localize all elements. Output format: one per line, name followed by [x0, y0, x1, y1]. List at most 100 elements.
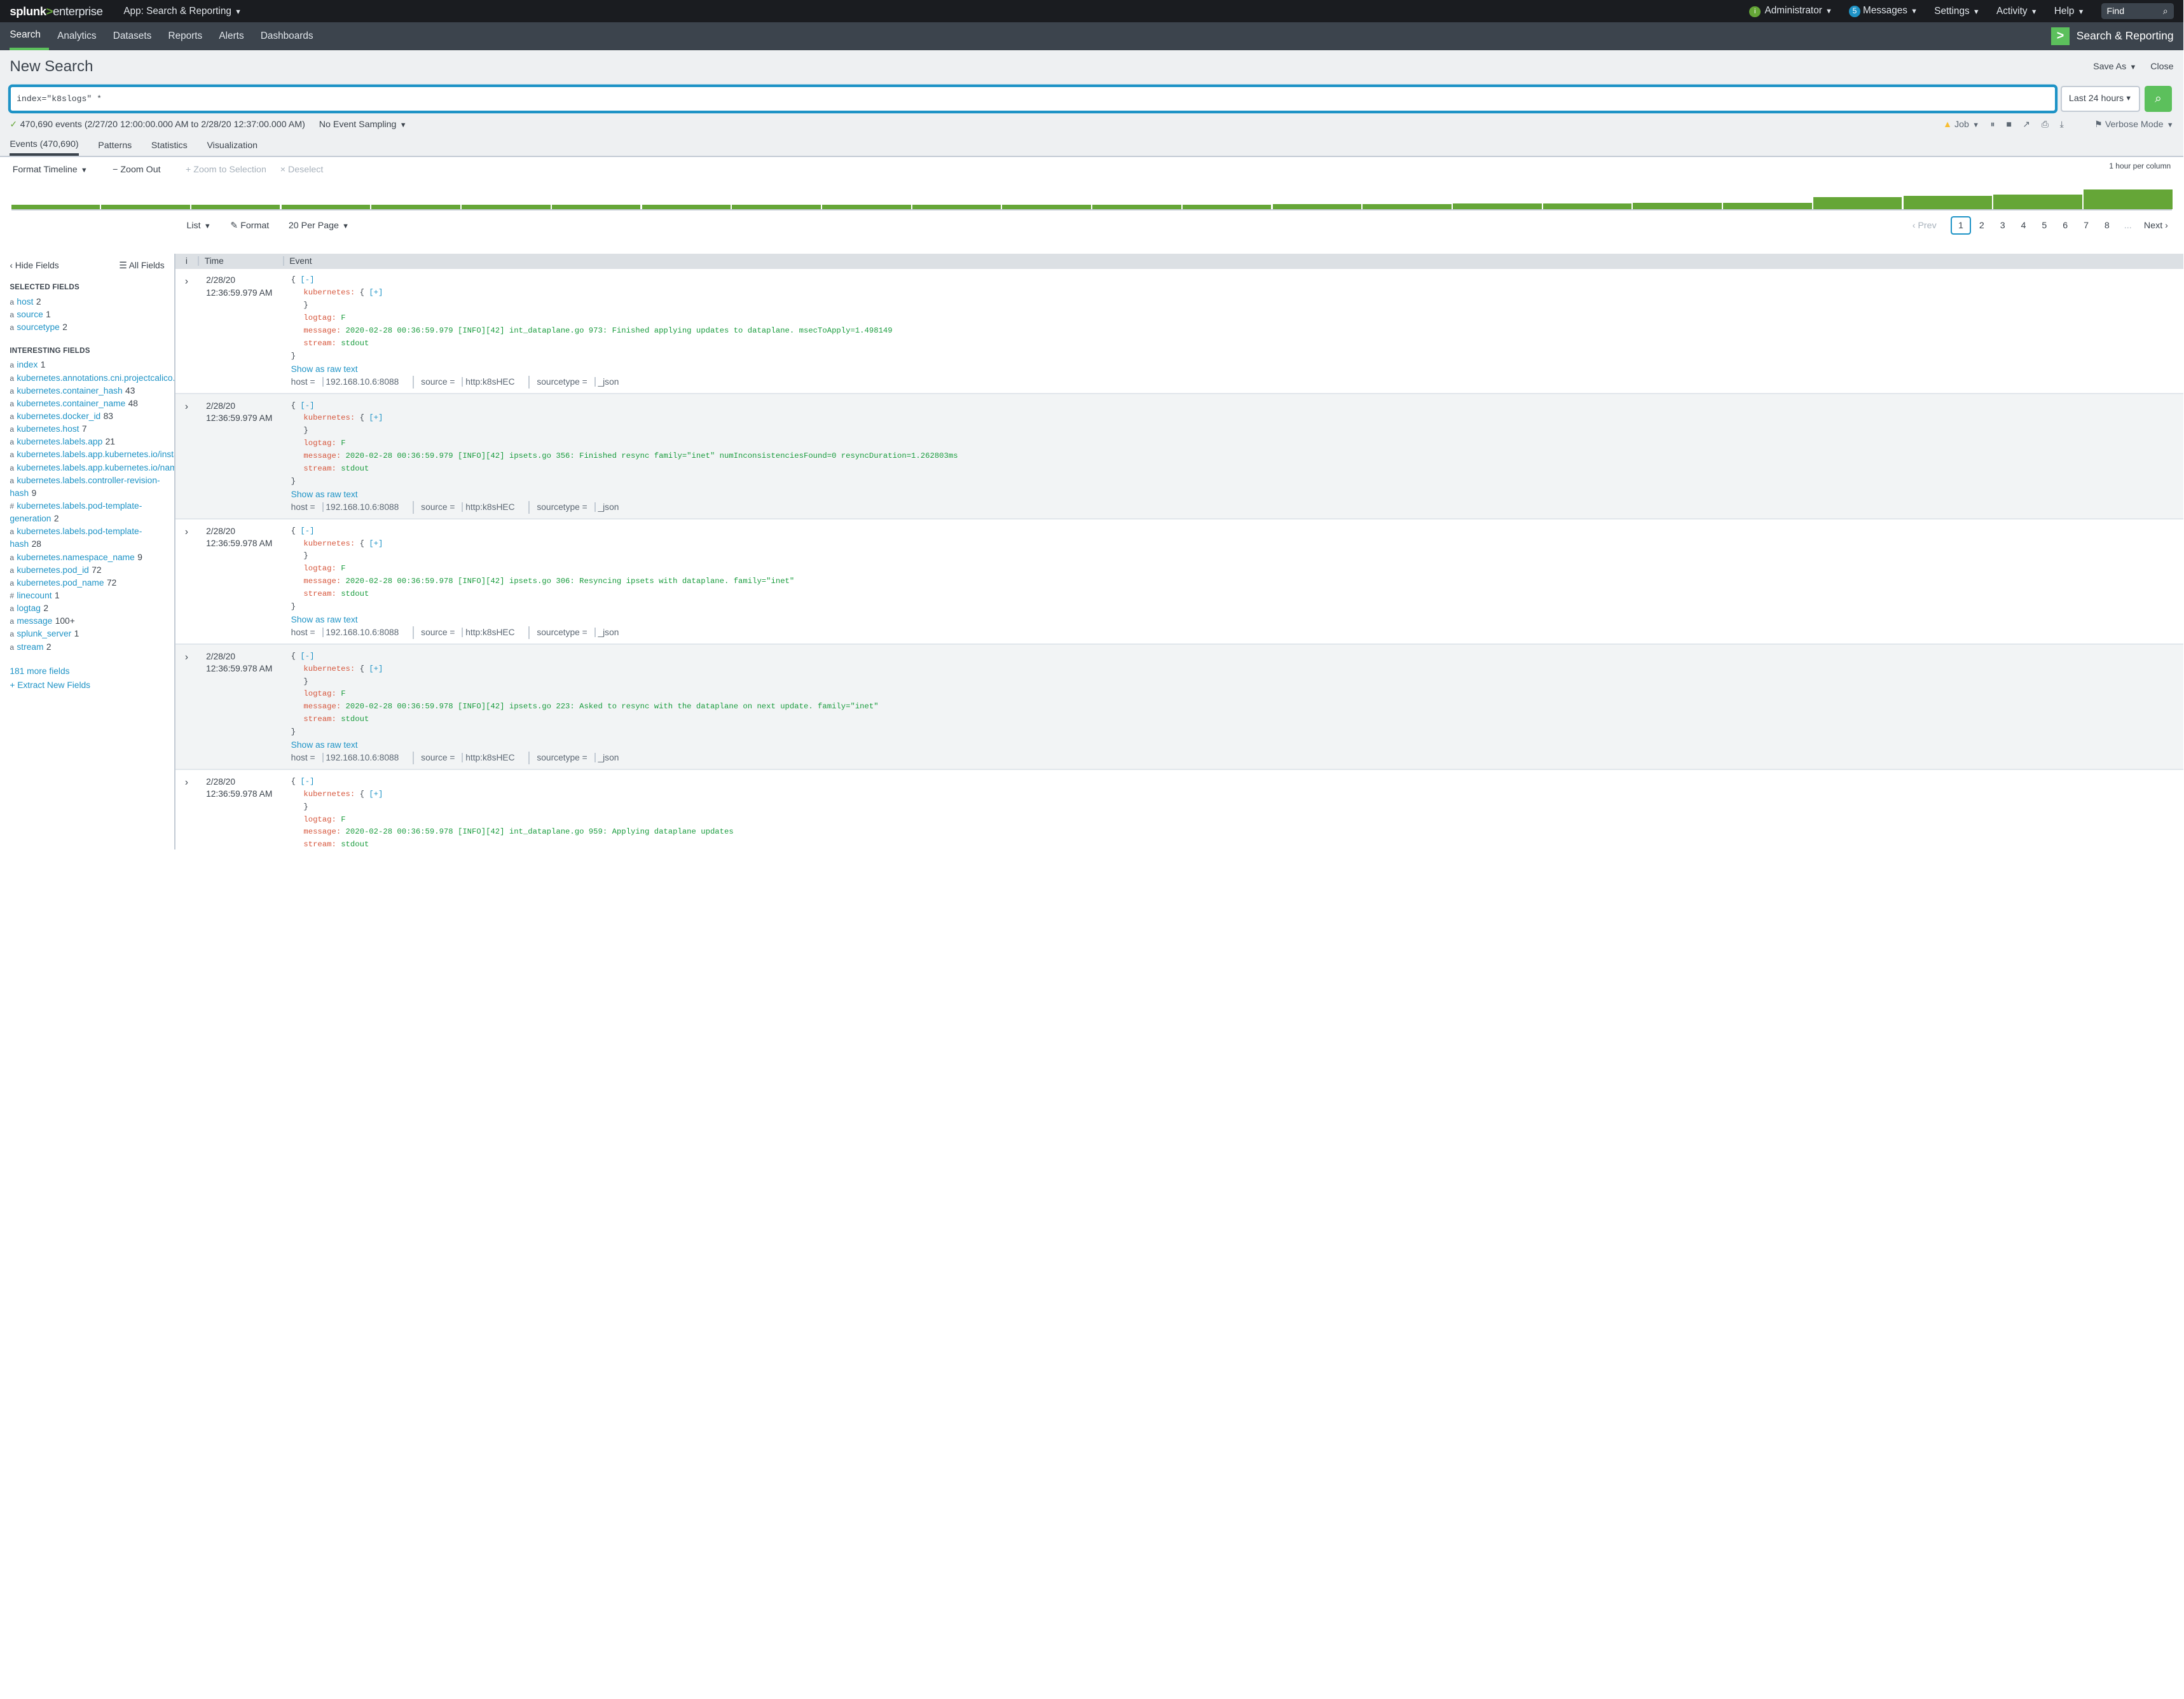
meta-source[interactable]: source = http:k8sHEC	[421, 752, 530, 764]
job-menu[interactable]: ▲ Job ▼	[1943, 120, 1979, 130]
event-sampling-menu[interactable]: No Event Sampling ▼	[319, 120, 407, 130]
timeline-bar[interactable]	[732, 204, 821, 209]
nav-datasets[interactable]: Datasets	[105, 22, 160, 50]
zoom-to-selection-button[interactable]: + Zoom to Selection	[186, 165, 266, 175]
collapse-toggle[interactable]: [-]	[300, 526, 314, 535]
messages-menu[interactable]: 5 Messages ▼	[1849, 5, 1918, 17]
timeline-bar[interactable]	[1633, 203, 1722, 209]
field-item[interactable]: a kubernetes.pod_id 72	[10, 564, 164, 577]
page-8[interactable]: 8	[2096, 221, 2117, 231]
field-item[interactable]: a kubernetes.container_hash 43	[10, 385, 164, 397]
field-item[interactable]: a index 1	[10, 359, 164, 371]
timeline-bar[interactable]	[642, 204, 731, 209]
field-item[interactable]: a host 2	[10, 296, 164, 308]
timeline-bar[interactable]	[1453, 203, 1542, 209]
tab-statistics[interactable]: Statistics	[151, 141, 188, 156]
timeline-bar[interactable]	[1993, 194, 2082, 209]
meta-host[interactable]: host = 192.168.10.6:8088	[291, 752, 415, 764]
timeline-bar[interactable]	[191, 204, 280, 209]
meta-source[interactable]: source = http:k8sHEC	[421, 375, 530, 389]
next-page-button[interactable]: Next ›	[2138, 221, 2173, 231]
tab-visualization[interactable]: Visualization	[207, 141, 258, 156]
save-as-button[interactable]: Save As ▼	[2093, 62, 2136, 72]
export-icon[interactable]: ⤓	[2060, 120, 2064, 130]
format-timeline-menu[interactable]: Format Timeline ▼	[13, 165, 88, 175]
field-item[interactable]: a splunk_server 1	[10, 628, 164, 640]
timeline-bar[interactable]	[821, 204, 911, 209]
show-raw-text-link[interactable]: Show as raw text	[291, 488, 2183, 501]
page-3[interactable]: 3	[1992, 221, 2013, 231]
show-raw-text-link[interactable]: Show as raw text	[291, 614, 2183, 626]
list-view-menu[interactable]: List ▼	[186, 221, 210, 231]
timeline-bar[interactable]	[462, 204, 551, 209]
timeline-chart[interactable]	[11, 182, 2173, 210]
prev-page-button[interactable]: ‹ Prev	[1907, 221, 1942, 231]
pause-icon[interactable]: ⏸	[1991, 120, 1995, 130]
field-item[interactable]: a kubernetes.labels.controller-revision-h…	[10, 474, 164, 500]
timeline-bar[interactable]	[1723, 203, 1812, 209]
time-column-header[interactable]: Time	[197, 256, 283, 266]
field-item[interactable]: a kubernetes.namespace_name 9	[10, 551, 164, 564]
timeline-bar[interactable]	[2084, 189, 2173, 209]
field-item[interactable]: a stream 2	[10, 641, 164, 654]
field-item[interactable]: a kubernetes.labels.pod-template-hash 28	[10, 525, 164, 551]
print-icon[interactable]: ⎙	[2042, 120, 2049, 130]
nav-reports[interactable]: Reports	[160, 22, 210, 50]
timeline-bar[interactable]	[1002, 204, 1091, 209]
meta-sourcetype[interactable]: sourcetype = _json	[537, 376, 633, 389]
timeline-bar[interactable]	[1272, 203, 1362, 209]
collapse-toggle[interactable]: [-]	[300, 275, 314, 284]
help-menu[interactable]: Help ▼	[2054, 6, 2085, 17]
nav-alerts[interactable]: Alerts	[210, 22, 252, 50]
meta-sourcetype[interactable]: sourcetype = _json	[537, 501, 633, 514]
timeline-bar[interactable]	[1542, 203, 1632, 209]
meta-sourcetype[interactable]: sourcetype = _json	[537, 752, 633, 764]
expand-chevron-icon[interactable]: ›	[175, 394, 198, 518]
expand-chevron-icon[interactable]: ›	[175, 770, 198, 850]
timeline-bar[interactable]	[1182, 204, 1272, 209]
expand-chevron-icon[interactable]: ›	[175, 645, 198, 769]
search-mode-menu[interactable]: ⚑ Verbose Mode ▼	[2094, 120, 2173, 130]
nav-analytics[interactable]: Analytics	[49, 22, 105, 50]
timeline-bar[interactable]	[1903, 196, 1993, 209]
timeline-bar[interactable]	[281, 204, 371, 209]
show-raw-text-link[interactable]: Show as raw text	[291, 363, 2183, 376]
tab-events[interactable]: Events (470,690)	[10, 139, 79, 156]
field-item[interactable]: a kubernetes.annotations.cni.projectcalic…	[10, 372, 174, 385]
field-item[interactable]: a logtag 2	[10, 602, 164, 615]
per-page-menu[interactable]: 20 Per Page ▼	[289, 221, 349, 231]
field-item[interactable]: # kubernetes.labels.pod-template-generati…	[10, 500, 164, 525]
tab-patterns[interactable]: Patterns	[98, 141, 132, 156]
collapse-toggle[interactable]: [-]	[300, 652, 314, 661]
splunk-logo[interactable]: splunk>enterprise	[10, 4, 103, 18]
field-item[interactable]: a kubernetes.host 7	[10, 423, 164, 436]
zoom-out-button[interactable]: − Zoom Out	[113, 165, 160, 175]
timeline-bar[interactable]	[11, 204, 100, 209]
collapse-toggle[interactable]: [-]	[300, 777, 314, 786]
collapse-toggle[interactable]: [-]	[300, 401, 314, 410]
format-button[interactable]: ✎ Format	[230, 221, 269, 231]
search-query-input[interactable]: index="k8slogs" *	[10, 85, 2057, 113]
expand-toggle[interactable]: [+]	[369, 539, 383, 548]
nav-search[interactable]: Search	[10, 22, 50, 50]
user-menu[interactable]: i Administrator ▼	[1749, 5, 1832, 18]
field-item[interactable]: a sourcetype 2	[10, 321, 164, 334]
field-item[interactable]: a kubernetes.pod_name 72	[10, 577, 164, 589]
app-menu[interactable]: App: Search & Reporting ▼	[123, 6, 242, 17]
expand-toggle[interactable]: [+]	[369, 288, 383, 297]
meta-source[interactable]: source = http:k8sHEC	[421, 500, 530, 514]
time-range-picker[interactable]: Last 24 hours ▼	[2060, 85, 2141, 113]
field-item[interactable]: a kubernetes.labels.app.kubernetes.io/ins…	[10, 448, 174, 461]
app-title[interactable]: > Search & Reporting	[2051, 22, 2183, 50]
page-2[interactable]: 2	[1971, 221, 1992, 231]
timeline-bar[interactable]	[1092, 204, 1181, 209]
close-button[interactable]: Close	[2150, 62, 2173, 72]
find-input[interactable]: Find ⌕	[2101, 3, 2174, 19]
show-raw-text-link[interactable]: Show as raw text	[291, 739, 2183, 752]
field-item[interactable]: a kubernetes.container_name 48	[10, 397, 164, 410]
field-item[interactable]: a kubernetes.labels.app 21	[10, 436, 164, 448]
field-item[interactable]: a kubernetes.docker_id 83	[10, 410, 164, 423]
nav-dashboards[interactable]: Dashboards	[252, 22, 322, 50]
page-4[interactable]: 4	[2013, 221, 2034, 231]
meta-host[interactable]: host = 192.168.10.6:8088	[291, 500, 415, 514]
